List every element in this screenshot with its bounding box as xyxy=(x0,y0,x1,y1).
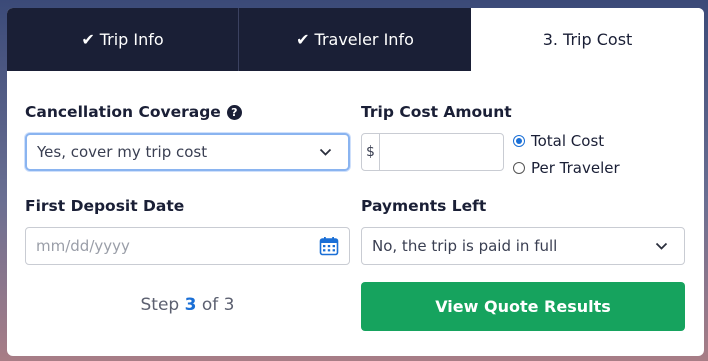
help-icon[interactable]: ? xyxy=(226,104,242,120)
deposit-date-input[interactable]: mm/dd/yyyy xyxy=(25,227,350,265)
payments-left-label: Payments Left xyxy=(361,197,486,215)
step-of: of xyxy=(201,295,219,315)
calendar-icon[interactable] xyxy=(319,236,339,256)
step-prefix: Step xyxy=(140,295,180,315)
button-label: View Quote Results xyxy=(435,297,611,316)
radio-total-cost[interactable]: Total Cost xyxy=(513,132,604,150)
trip-cost-label: Trip Cost Amount xyxy=(361,103,512,121)
radio-per-traveler[interactable]: Per Traveler xyxy=(513,159,620,177)
coverage-select-value: Yes, cover my trip cost xyxy=(37,143,208,161)
tab-label: 3. Trip Cost xyxy=(542,30,633,49)
view-quote-results-button[interactable]: View Quote Results xyxy=(361,282,685,331)
radio-label: Per Traveler xyxy=(531,159,620,177)
date-placeholder: mm/dd/yyyy xyxy=(36,237,130,255)
payments-left-label-text: Payments Left xyxy=(361,197,487,215)
check-icon: ✔ xyxy=(296,30,310,49)
coverage-select[interactable]: Yes, cover my trip cost xyxy=(25,133,350,171)
payments-select-value: No, the trip is paid in full xyxy=(372,237,558,255)
trip-cost-label-text: Trip Cost Amount xyxy=(361,103,512,121)
coverage-label-text: Cancellation Coverage xyxy=(25,103,221,121)
payments-left-select[interactable]: No, the trip is paid in full xyxy=(361,227,685,265)
chevron-down-icon xyxy=(655,242,668,250)
step-total: 3 xyxy=(223,295,235,315)
tab-trip-cost[interactable]: 3. Trip Cost xyxy=(471,8,704,71)
trip-cost-input[interactable]: $ xyxy=(361,133,504,171)
step-current: 3 xyxy=(184,295,197,315)
check-icon: ✔ xyxy=(81,30,95,49)
dollar-prefix: $ xyxy=(362,134,380,170)
radio-label: Total Cost xyxy=(531,132,605,150)
step-indicator: Step 3 of 3 xyxy=(25,295,350,315)
chevron-down-icon xyxy=(319,148,332,156)
tab-trip-info[interactable]: ✔ Trip Info xyxy=(7,8,238,71)
tab-label: Traveler Info xyxy=(314,30,414,49)
deposit-date-label: First Deposit Date xyxy=(25,197,184,215)
coverage-label: Cancellation Coverage ? xyxy=(25,103,242,121)
quote-form-card: ✔ Trip Info ✔ Traveler Info 3. Trip Cost… xyxy=(7,8,704,356)
tab-label: Trip Info xyxy=(99,30,164,49)
tab-traveler-info[interactable]: ✔ Traveler Info xyxy=(239,8,471,71)
radio-button[interactable] xyxy=(513,162,525,174)
step-tabs: ✔ Trip Info ✔ Traveler Info 3. Trip Cost xyxy=(7,8,704,71)
deposit-date-label-text: First Deposit Date xyxy=(25,197,185,215)
radio-button-checked[interactable] xyxy=(513,135,525,147)
